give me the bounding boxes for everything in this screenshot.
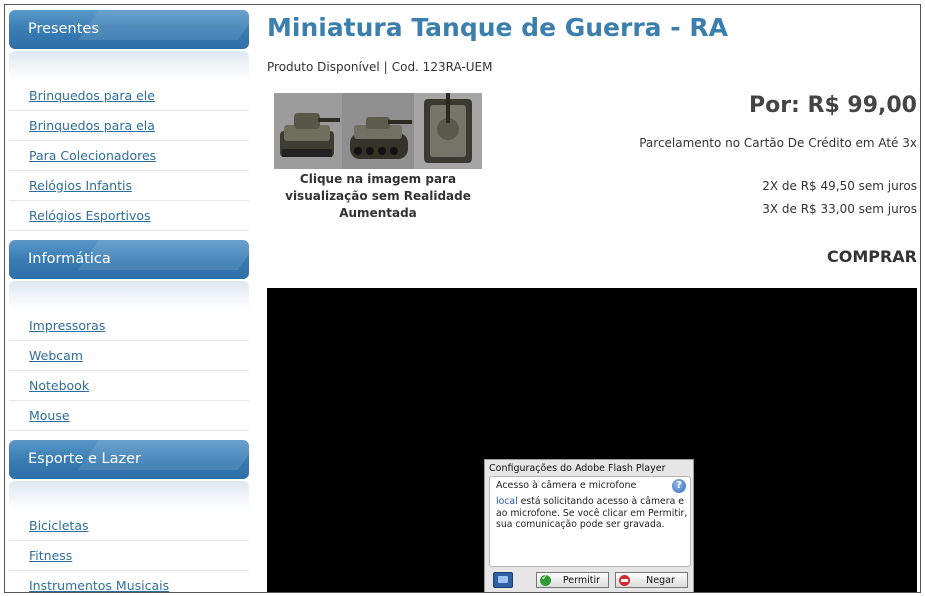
category-glow [9,481,249,511]
buy-button[interactable]: COMPRAR [827,247,917,266]
list-item: Relógios Infantis [9,171,249,201]
installment-2x: 2X de R$ 49,50 sem juros [762,179,917,193]
product-thumbnail[interactable] [274,93,482,169]
product-code: Cod. 123RA-UEM [391,60,493,74]
flash-settings-dialog: Configurações do Adobe Flash Player Aces… [484,459,694,592]
category-link[interactable]: Relógios Infantis [29,178,132,193]
product-status-line: Produto Disponível | Cod. 123RA-UEM [267,60,492,74]
dialog-message: local está solicitando acesso à câmera e… [496,496,688,531]
category-link[interactable]: Brinquedos para ela [29,118,155,133]
list-item: Notebook [9,371,249,401]
check-icon [540,573,551,586]
category-link[interactable]: Mouse [29,408,70,423]
ar-flash-player[interactable]: Configurações do Adobe Flash Player Aces… [267,288,917,592]
category-link[interactable]: Instrumentos Musicais [29,578,169,592]
list-item: Bicicletas [9,511,249,541]
category-link[interactable]: Webcam [29,348,83,363]
category-link[interactable]: Brinquedos para ele [29,88,155,103]
dialog-message-body: está solicitando acesso à câmera e ao mi… [496,496,688,530]
category-list: Impressoras Webcam Notebook Mouse [9,311,249,431]
installments-note: Parcelamento no Cartão De Crédito em Até… [639,136,917,150]
category-link[interactable]: Relógios Esportivos [29,208,151,223]
dialog-heading: Acesso à câmera e microfone [496,480,637,491]
category-link[interactable]: Bicicletas [29,518,89,533]
list-item: Instrumentos Musicais [9,571,249,592]
tank-image [274,93,482,169]
list-item: Mouse [9,401,249,431]
category-glow [9,281,249,311]
dialog-message-box: Acesso à câmera e microfone ? local está… [489,476,691,567]
product-title: Miniatura Tanque de Guerra - RA [267,13,728,42]
list-item: Fitness [9,541,249,571]
tank-top-view [424,93,472,163]
category-glow [9,51,249,81]
category-link[interactable]: Impressoras [29,318,105,333]
list-item: Brinquedos para ele [9,81,249,111]
deny-button[interactable]: Negar [615,572,688,588]
availability-text: Produto Disponível [267,60,380,74]
allow-label: Permitir [562,575,601,586]
dialog-title: Configurações do Adobe Flash Player [489,463,666,474]
list-item: Brinquedos para ela [9,111,249,141]
category-link[interactable]: Para Colecionadores [29,148,156,163]
category-header: Esporte e Lazer [9,440,249,479]
installment-3x: 3X de R$ 33,00 sem juros [762,202,917,216]
category-header: Informática [9,240,249,279]
category-link[interactable]: Notebook [29,378,89,393]
list-item: Webcam [9,341,249,371]
image-caption: Clique na imagem para visualização sem R… [285,172,471,220]
product-main: Miniatura Tanque de Guerra - RA Produto … [267,5,917,592]
product-price: Por: R$ 99,00 [748,93,917,118]
page-frame: Presentes Brinquedos para ele Brinquedos… [4,4,921,593]
category-esporte-lazer: Esporte e Lazer Bicicletas Fitness Instr… [9,440,249,592]
category-presentes: Presentes Brinquedos para ele Brinquedos… [9,10,249,231]
deny-label: Negar [646,575,675,586]
question-mark-icon[interactable]: ? [672,479,686,493]
category-list: Brinquedos para ele Brinquedos para ela … [9,81,249,231]
allow-button[interactable]: Permitir [536,572,609,588]
status-separator: | [383,60,388,74]
monitor-camera-icon[interactable] [493,572,513,588]
category-list: Bicicletas Fitness Instrumentos Musicais [9,511,249,592]
list-item: Relógios Esportivos [9,201,249,231]
category-link[interactable]: Fitness [29,548,72,563]
requester-link[interactable]: local [496,496,518,507]
list-item: Para Colecionadores [9,141,249,171]
category-informatica: Informática Impressoras Webcam Notebook … [9,240,249,431]
list-item: Impressoras [9,311,249,341]
no-entry-icon [619,575,630,586]
category-header: Presentes [9,10,249,49]
